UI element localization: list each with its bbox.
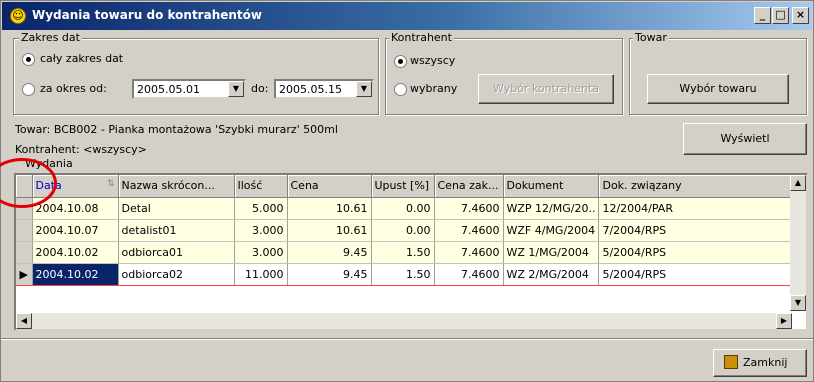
- contractor-group-label: Kontrahent: [389, 31, 454, 44]
- column-header-purchase-price[interactable]: Cena zak...: [434, 175, 504, 198]
- date-range-group-label: Zakres dat: [19, 31, 82, 44]
- cell-quantity[interactable]: 5.000: [234, 197, 288, 220]
- choose-contractor-button[interactable]: Wybór kontrahenta: [478, 74, 614, 104]
- product-group: Towar Wybór towaru: [629, 31, 807, 115]
- door-exit-icon: [724, 355, 738, 369]
- scroll-down-arrow-icon[interactable]: ▼: [790, 295, 806, 311]
- date-range-group: Zakres dat cały zakres dat za okres od: …: [13, 31, 379, 115]
- table-row-selected[interactable]: ▶ 2004.10.02 odbiorca02 11.000 9.45 1.50…: [16, 262, 794, 286]
- smiley-icon: ☺: [10, 8, 26, 24]
- cell-name[interactable]: Detal: [118, 197, 235, 220]
- row-indicator: [16, 241, 33, 264]
- cell-price[interactable]: 9.45: [287, 262, 372, 286]
- maximize-button[interactable]: □: [772, 7, 789, 24]
- selected-contractor-radio[interactable]: [394, 83, 407, 96]
- cell-name[interactable]: detalist01: [118, 219, 235, 242]
- issues-table: Data ⇅ Nazwa skrócon... Ilość Cena Upust …: [16, 175, 794, 286]
- table-header-row: Data ⇅ Nazwa skrócon... Ilość Cena Upust …: [16, 175, 794, 198]
- period-label: za okres od:: [40, 82, 107, 95]
- cell-related-document[interactable]: 5/2004/RPS: [598, 241, 794, 264]
- main-window: ☺ Wydania towaru do kontrahentów _ □ × Z…: [0, 0, 814, 382]
- all-contractors-label: wszyscy: [410, 54, 456, 67]
- date-to-label: do:: [251, 82, 269, 95]
- show-button[interactable]: Wyświetl: [683, 123, 807, 155]
- vertical-scrollbar[interactable]: ▲ ▼: [790, 175, 806, 311]
- scroll-right-arrow-icon[interactable]: ▶: [776, 313, 792, 329]
- chevron-down-icon[interactable]: ▼: [356, 81, 372, 97]
- cell-related-document[interactable]: 5/2004/RPS: [598, 262, 794, 286]
- cell-date[interactable]: 2004.10.07: [32, 219, 119, 242]
- column-header-discount[interactable]: Upust [%]: [371, 175, 435, 198]
- cell-name[interactable]: odbiorca02: [118, 262, 235, 286]
- all-dates-radio[interactable]: [22, 53, 35, 66]
- cell-quantity[interactable]: 11.000: [234, 262, 288, 286]
- product-group-label: Towar: [633, 31, 669, 44]
- sort-icon: ⇅: [106, 179, 115, 190]
- scroll-left-arrow-icon[interactable]: ◀: [16, 313, 32, 329]
- column-header-related-document[interactable]: Dok. związany: [598, 175, 794, 198]
- contractor-group: Kontrahent wszyscy wybrany Wybór kontrah…: [385, 31, 623, 115]
- current-row-arrow-icon: ▶: [16, 262, 33, 286]
- date-to-select[interactable]: 2005.05.15 ▼: [274, 79, 374, 99]
- close-button-label: Zamknij: [743, 356, 788, 369]
- all-contractors-radio[interactable]: [394, 55, 407, 68]
- cell-related-document[interactable]: 7/2004/RPS: [598, 219, 794, 242]
- cell-purchase-price[interactable]: 7.4600: [434, 197, 504, 220]
- cell-price[interactable]: 9.45: [287, 241, 372, 264]
- close-button[interactable]: Zamknij: [713, 349, 807, 377]
- cell-quantity[interactable]: 3.000: [234, 241, 288, 264]
- column-header-price[interactable]: Cena: [287, 175, 372, 198]
- column-header-quantity[interactable]: Ilość: [234, 175, 288, 198]
- cell-discount[interactable]: 0.00: [371, 219, 435, 242]
- cell-quantity[interactable]: 3.000: [234, 219, 288, 242]
- cell-discount[interactable]: 1.50: [371, 241, 435, 264]
- cell-document[interactable]: WZF 4/MG/2004: [503, 219, 600, 242]
- column-header-name[interactable]: Nazwa skrócon...: [118, 175, 235, 198]
- cell-document[interactable]: WZ 2/MG/2004: [503, 262, 600, 286]
- cell-purchase-price[interactable]: 7.4600: [434, 219, 504, 242]
- minimize-button[interactable]: _: [754, 7, 771, 24]
- all-dates-label: cały zakres dat: [40, 52, 124, 65]
- row-indicator: [16, 219, 33, 242]
- table-row[interactable]: 2004.10.07 detalist01 3.000 10.61 0.00 7…: [16, 219, 794, 242]
- cell-document[interactable]: WZP 12/MG/20..: [503, 197, 600, 220]
- cell-purchase-price[interactable]: 7.4600: [434, 262, 504, 286]
- title-bar[interactable]: ☺ Wydania towaru do kontrahentów _ □ ×: [2, 2, 812, 30]
- cell-document[interactable]: WZ 1/MG/2004: [503, 241, 600, 264]
- column-header-document[interactable]: Dokument: [503, 175, 600, 198]
- date-to-value: 2005.05.15: [279, 83, 342, 96]
- scroll-up-arrow-icon[interactable]: ▲: [790, 175, 806, 191]
- cell-name[interactable]: odbiorca01: [118, 241, 235, 264]
- cell-date[interactable]: 2004.10.02: [32, 241, 119, 264]
- date-from-value: 2005.05.01: [137, 83, 200, 96]
- table-row[interactable]: 2004.10.08 Detal 5.000 10.61 0.00 7.4600…: [16, 197, 794, 220]
- product-info: Towar: BCB002 - Pianka montażowa 'Szybki…: [15, 123, 338, 136]
- close-window-button[interactable]: ×: [792, 7, 809, 24]
- selected-contractor-label: wybrany: [410, 82, 458, 95]
- cell-related-document[interactable]: 12/2004/PAR: [598, 197, 794, 220]
- choose-product-button[interactable]: Wybór towaru: [647, 74, 789, 104]
- contractor-info: Kontrahent: <wszyscy>: [15, 143, 147, 156]
- footer-divider: [1, 338, 813, 340]
- window-title: Wydania towaru do kontrahentów: [32, 8, 262, 22]
- date-from-select[interactable]: 2005.05.01 ▼: [132, 79, 246, 99]
- issues-grid[interactable]: Data ⇅ Nazwa skrócon... Ilość Cena Upust …: [14, 173, 808, 331]
- period-radio[interactable]: [22, 83, 35, 96]
- cell-discount[interactable]: 1.50: [371, 262, 435, 286]
- cell-date[interactable]: 2004.10.02: [32, 262, 119, 286]
- cell-price[interactable]: 10.61: [287, 197, 372, 220]
- table-row[interactable]: 2004.10.02 odbiorca01 3.000 9.45 1.50 7.…: [16, 241, 794, 264]
- horizontal-scrollbar[interactable]: ◀ ▶: [16, 313, 792, 329]
- cell-purchase-price[interactable]: 7.4600: [434, 241, 504, 264]
- cell-price[interactable]: 10.61: [287, 219, 372, 242]
- cell-discount[interactable]: 0.00: [371, 197, 435, 220]
- chevron-down-icon[interactable]: ▼: [228, 81, 244, 97]
